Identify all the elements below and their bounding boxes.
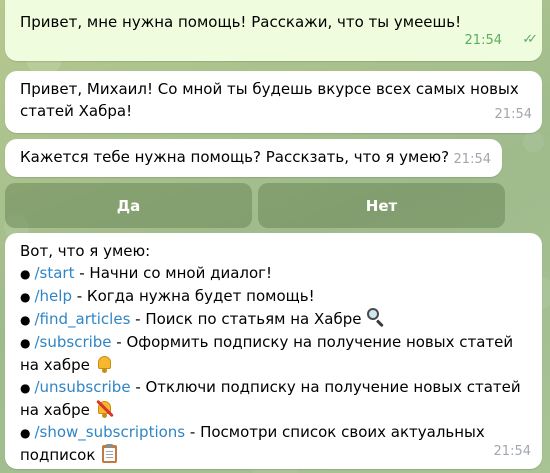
bullet: ● [20, 290, 31, 304]
message-time: 21:54 [493, 444, 531, 459]
bell-slash-icon [95, 399, 114, 418]
command-description: - Начни со мной диалог! [74, 264, 273, 282]
inline-button-no[interactable]: Нет [258, 183, 505, 228]
inline-button-yes[interactable]: Да [5, 183, 252, 228]
command-list-item: ●/help - Когда нужна будет помощь! [20, 285, 528, 308]
command-description: подписок [20, 446, 101, 464]
message-intro: Вот, что я умею: [20, 242, 151, 260]
command-description: - Оформить подписку на получение новых с… [111, 333, 514, 351]
command-link-help[interactable]: /help [34, 287, 71, 305]
message-time: 21:54 [453, 152, 491, 167]
command-list-item-continued: на хабре [20, 354, 528, 376]
command-link-unsubscribe[interactable]: /unsubscribe [34, 378, 130, 396]
command-link-start[interactable]: /start [34, 264, 74, 282]
command-description: - Когда нужна будет помощь! [71, 287, 315, 305]
command-description: - Отключи подписку на получение новых ст… [130, 378, 521, 396]
command-list-item: ●/start - Начни со мной диалог! [20, 262, 528, 285]
command-description: - Посмотри список своих актуальных [185, 423, 485, 441]
command-list-item: ●/find_articles - Поиск по статьям на Ха… [20, 308, 528, 331]
bullet: ● [20, 267, 31, 281]
bullet: ● [20, 313, 31, 327]
command-list-item: ●/subscribe - Оформить подписку на получ… [20, 331, 528, 354]
command-link-find-articles[interactable]: /find_articles [34, 310, 130, 328]
command-link-subscribe[interactable]: /subscribe [34, 333, 111, 351]
read-checks-icon: ✓✓ [522, 32, 538, 47]
command-description: на хабре [20, 401, 95, 419]
clipboard-icon [100, 444, 119, 463]
bullet: ● [20, 336, 31, 350]
message-time: 21:54 [464, 33, 502, 48]
bullet: ● [20, 381, 31, 395]
message-text: Привет, мне нужна помощь! Расскажи, что … [20, 13, 462, 31]
bell-icon [95, 354, 114, 373]
command-list-item-continued: подписок [20, 444, 528, 466]
command-list-item-continued: на хабре [20, 399, 528, 421]
command-link-show-subscriptions[interactable]: /show_subscriptions [34, 423, 185, 441]
message-text: Кажется тебе нужна помощь? Расскзать, чт… [20, 148, 450, 166]
message-text-line: Привет, Михаил! Со мной ты будешь вкурсе… [20, 80, 519, 98]
message-text-line: статей Хабра! [20, 102, 133, 120]
command-list-item: ●/unsubscribe - Отключи подписку на полу… [20, 376, 528, 399]
command-description: на хабре [20, 356, 95, 374]
incoming-message: Вот, что я умею: ●/start - Начни со мной… [5, 233, 542, 469]
outgoing-message: Привет, мне нужна помощь! Расскажи, что … [5, 0, 542, 61]
incoming-message: Кажется тебе нужна помощь? Расскзать, чт… [5, 139, 502, 177]
magnifier-icon [366, 308, 385, 328]
message-time: 21:54 [494, 107, 532, 122]
bullet: ● [20, 426, 31, 440]
command-list-item: ●/show_subscriptions - Посмотри список с… [20, 421, 528, 444]
command-description: - Поиск по статьям на Хабре [130, 310, 367, 328]
incoming-message: Привет, Михаил! Со мной ты будешь вкурсе… [5, 71, 542, 133]
